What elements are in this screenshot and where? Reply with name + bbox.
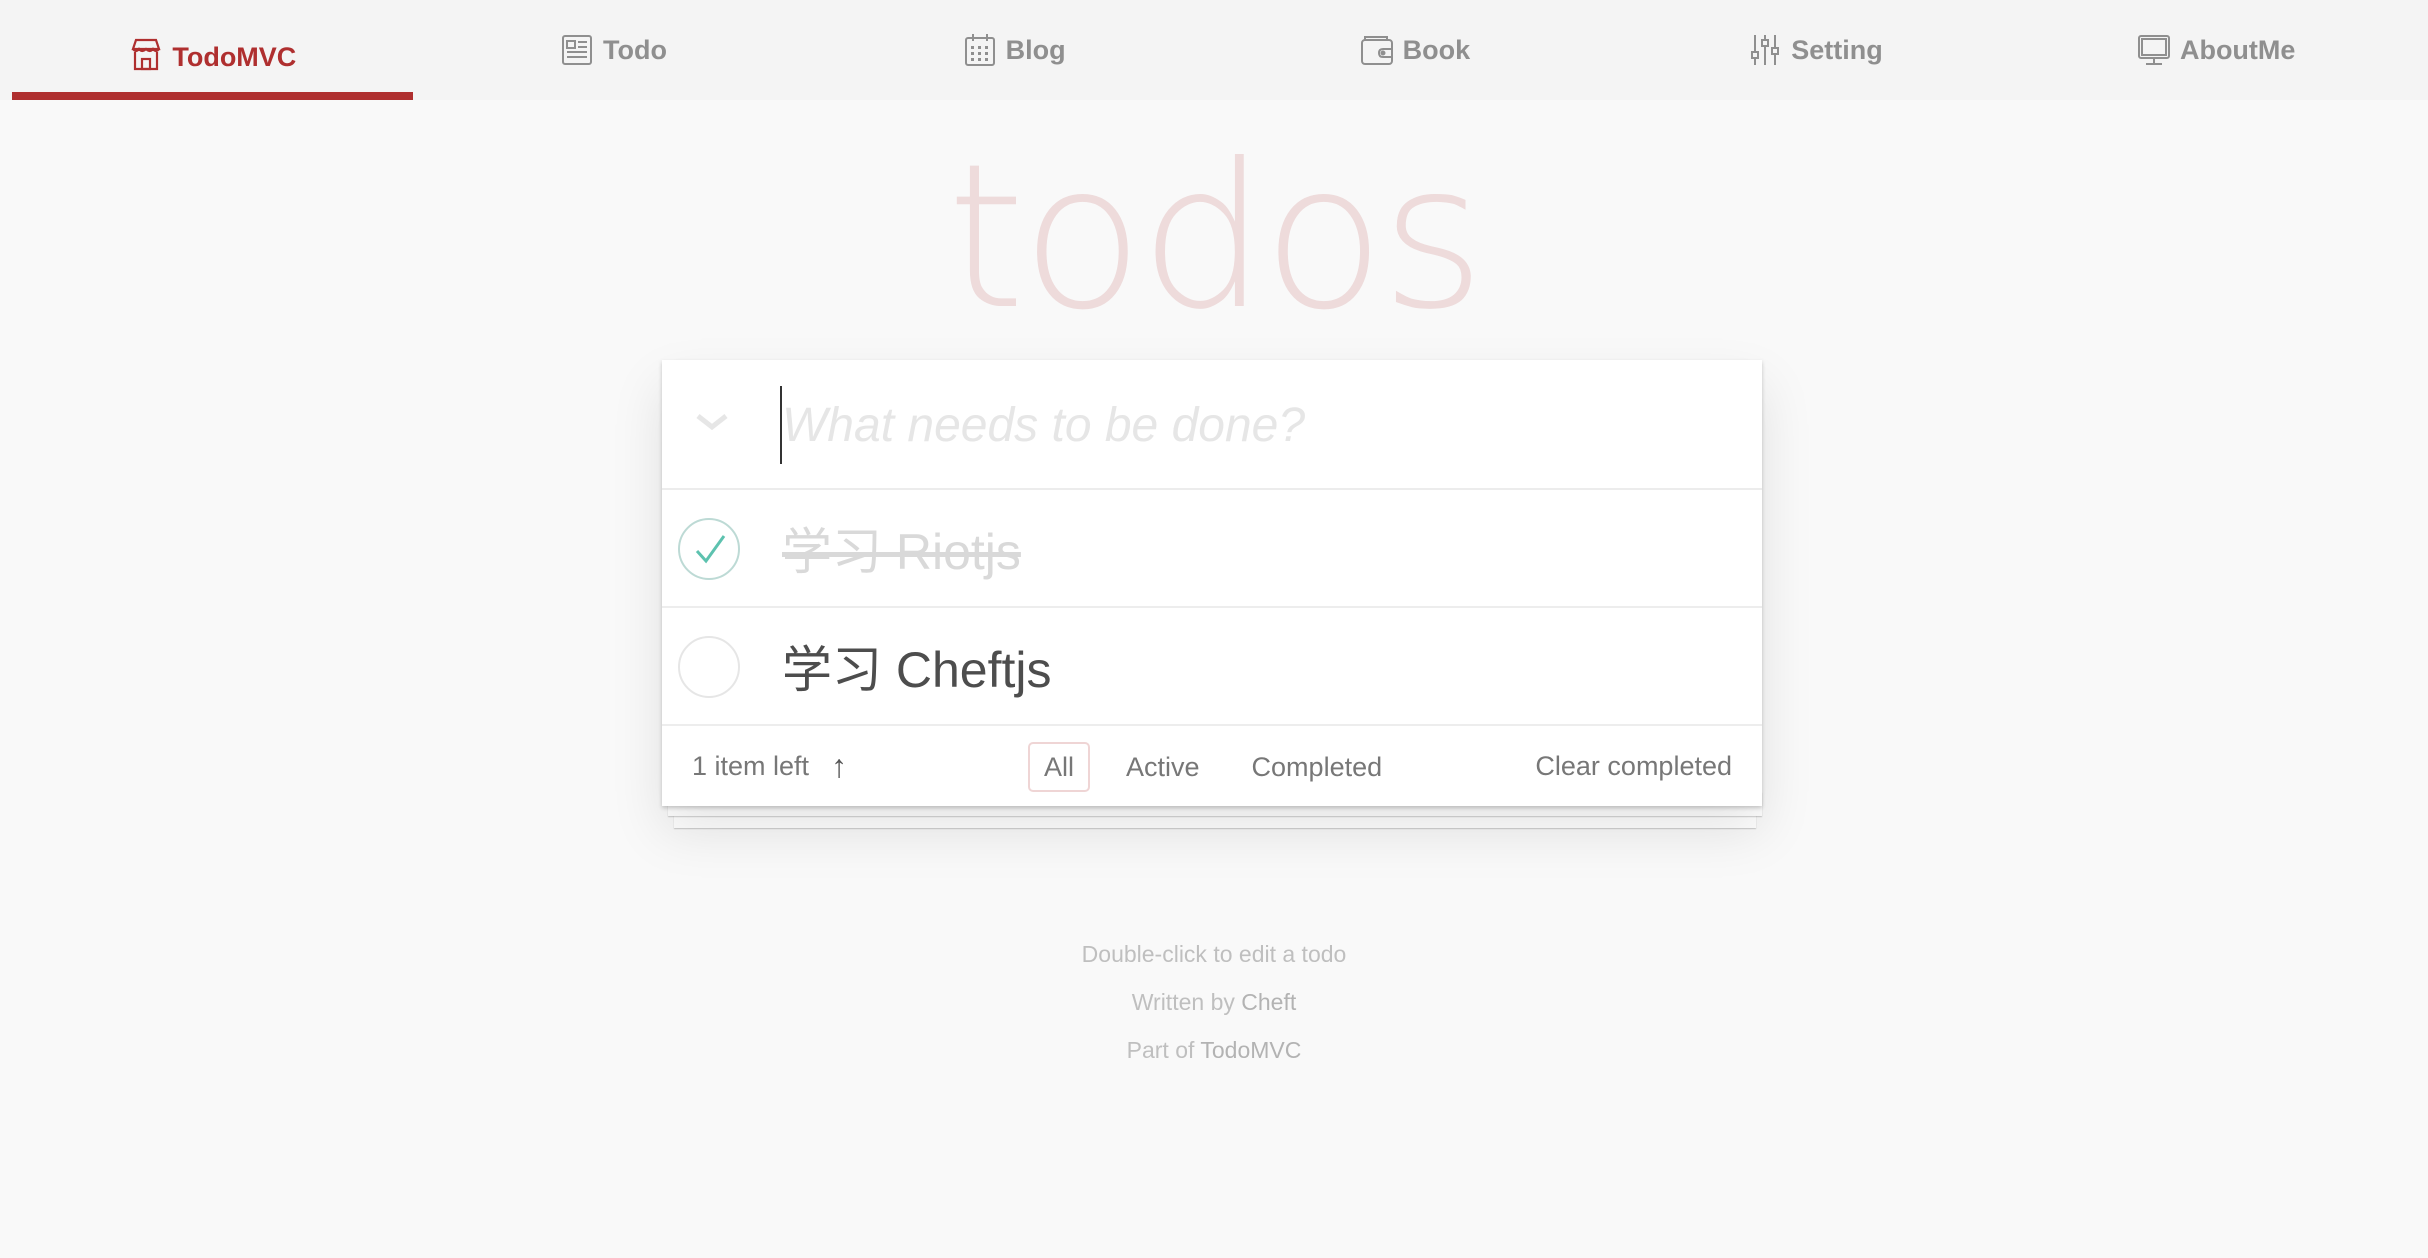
todo-panel: 学习 Riotjs 学习 Cheftjs 1 item left ↑ All A… [662,360,1762,806]
filter-tabs: All Active Completed [1028,742,1398,792]
new-todo-row [662,360,1762,490]
wallet-icon [1359,32,1395,68]
new-todo-input[interactable] [780,386,1740,464]
top-nav: TodoMVC Todo Blog Book Setting AboutMe [0,0,2428,100]
app-title: todos [946,121,1485,354]
info-footer: Double-click to edit a todo Written by C… [0,930,2428,1074]
todo-item[interactable]: 学习 Riotjs [662,490,1762,608]
calendar-icon [962,32,998,68]
nav-item-label: Setting [1791,34,1883,65]
todo-list: 学习 Riotjs 学习 Cheftjs [662,490,1762,726]
todo-label[interactable]: 学习 Riotjs [782,490,1021,606]
store-icon [128,36,164,72]
nav-item-label: Book [1402,34,1471,65]
filter-active[interactable]: Active [1110,742,1216,792]
document-icon [559,32,595,68]
written-by-prefix: Written by [1131,989,1242,1015]
written-by: Written by Cheft [0,978,2428,1026]
nav-item-label: AboutMe [2179,34,2296,65]
items-left-text: 1 item left [692,750,810,781]
filter-all[interactable]: All [1028,742,1091,792]
todo-checkbox[interactable] [678,636,740,698]
nav-item-label: Blog [1005,34,1066,65]
todo-checkbox[interactable] [678,518,740,580]
nav-item-label: Todo [603,34,667,65]
nav-item-aboutme[interactable]: AboutMe [2015,0,2416,100]
nav-item-label: TodoMVC [172,41,297,72]
part-of-prefix: Part of [1126,1037,1201,1063]
active-tab-indicator [12,92,413,100]
author-link[interactable]: Cheft [1241,989,1296,1015]
nav-item-book[interactable]: Book [1214,0,1615,100]
edit-hint: Double-click to edit a todo [1081,941,1347,967]
todo-footer: 1 item left ↑ All Active Completed Clear… [662,726,1762,806]
todomvc-link[interactable]: TodoMVC [1200,1037,1301,1063]
filter-completed[interactable]: Completed [1236,742,1399,792]
nav-item-todo[interactable]: Todo [413,0,814,100]
todo-label[interactable]: 学习 Cheftjs [782,608,1052,724]
monitor-icon [2136,32,2172,68]
chevron-down-icon [695,412,729,437]
sliders-icon [1747,32,1783,68]
nav-item-blog[interactable]: Blog [813,0,1214,100]
nav-item-todomvc[interactable]: TodoMVC [12,0,413,100]
up-arrow-icon[interactable]: ↑ [831,748,847,785]
part-of: Part of TodoMVC [0,1026,2428,1074]
nav-item-setting[interactable]: Setting [1615,0,2016,100]
clear-completed-button[interactable]: Clear completed [1535,726,1732,806]
items-left-count: 1 item left ↑ [692,726,847,806]
todo-item[interactable]: 学习 Cheftjs [662,608,1762,726]
toggle-all-button[interactable] [686,398,738,450]
